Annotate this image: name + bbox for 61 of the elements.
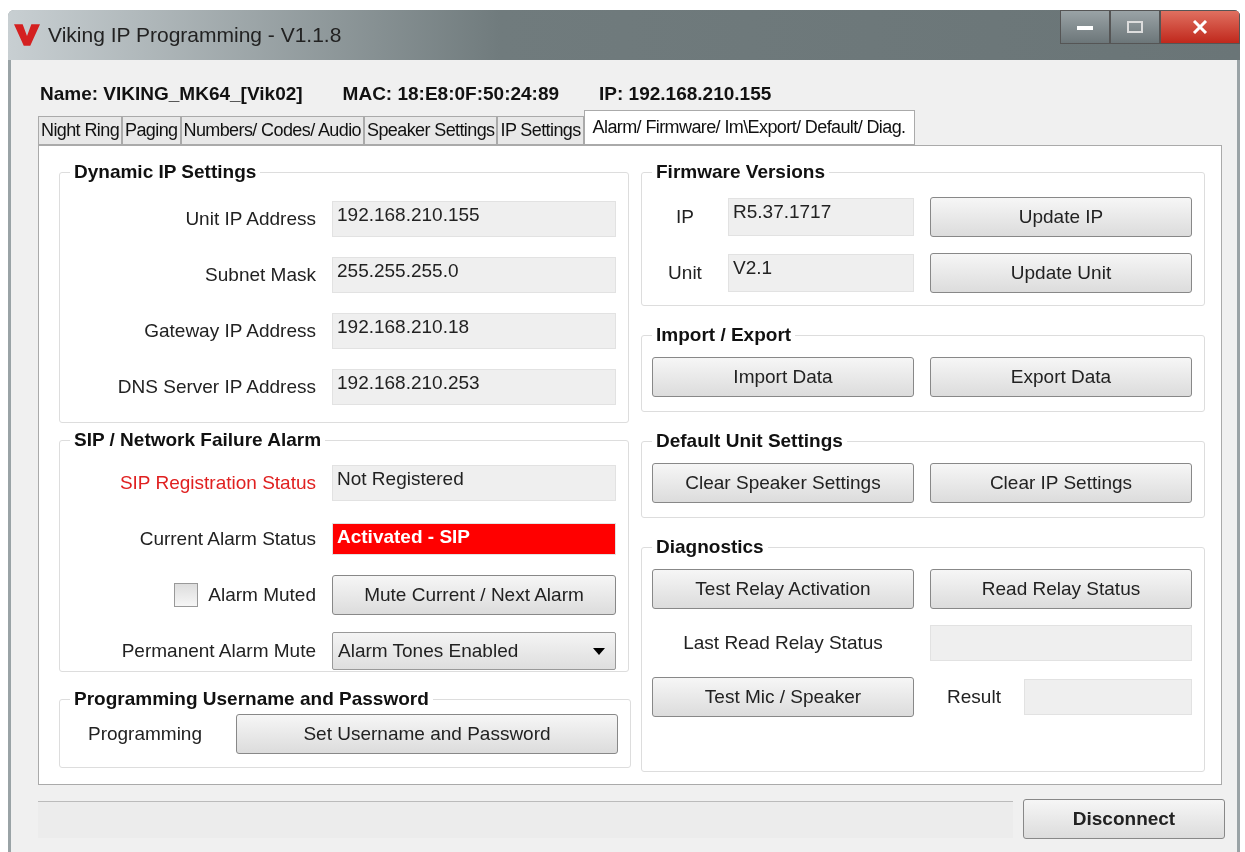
update-button[interactable]: Update Unit xyxy=(930,253,1192,293)
device-name: Name: VIKING_MK64_[Vik02] xyxy=(40,83,303,105)
tab[interactable]: Alarm/ Firmware/ Im\Export/ Default/ Diag. xyxy=(583,110,915,145)
dropdown[interactable]: Alarm Tones Enabled xyxy=(332,632,616,670)
data-button[interactable]: Import Data xyxy=(652,357,914,397)
mute-alarm-button[interactable]: Mute Current / Next Alarm xyxy=(332,575,616,615)
test-mic-button[interactable]: Test Mic / Speaker xyxy=(652,677,914,717)
mac-address: MAC: 18:E8:0F:50:24:89 xyxy=(342,83,560,105)
caret-icon xyxy=(593,647,605,655)
field-label: Current Alarm Status xyxy=(138,528,316,550)
relay-button[interactable]: Read Relay Status xyxy=(930,569,1192,609)
dropdown-value: Alarm Tones Enabled xyxy=(338,640,519,662)
v-logo-icon xyxy=(14,24,40,46)
field-label: Result xyxy=(947,686,1001,708)
group-title: Programming Username and Password xyxy=(73,688,430,710)
read-only-field: 192.168.210.155 xyxy=(332,201,616,237)
maximize-button[interactable] xyxy=(1110,10,1160,44)
field-label: Programming xyxy=(86,723,203,745)
close-button[interactable] xyxy=(1160,10,1240,44)
minimize-icon xyxy=(1077,24,1093,30)
read-only-field: 192.168.210.18 xyxy=(332,313,616,349)
field-label: Unit IP Address xyxy=(184,208,316,230)
tab[interactable]: Paging xyxy=(122,116,181,145)
update-button[interactable]: Update IP xyxy=(930,197,1192,237)
field-label: Unit xyxy=(667,262,703,284)
field-label: Permanent Alarm Mute xyxy=(120,640,316,662)
field-label: Gateway IP Address xyxy=(143,320,316,342)
field-label: IP xyxy=(675,206,695,228)
group-title: SIP / Network Failure Alarm xyxy=(73,429,323,451)
group-title: Dynamic IP Settings xyxy=(73,161,258,183)
tab[interactable]: Numbers/ Codes/ Audio xyxy=(180,116,364,145)
close-icon xyxy=(1192,20,1208,34)
read-only-field: 192.168.210.253 xyxy=(332,369,616,405)
read-only-field: 255.255.255.0 xyxy=(332,257,616,293)
data-button[interactable]: Export Data xyxy=(930,357,1192,397)
ip-address: IP: 192.168.210.155 xyxy=(599,83,772,105)
disconnect-button[interactable]: Disconnect xyxy=(1023,799,1225,839)
read-only-field: V2.1 xyxy=(728,254,914,292)
tab[interactable]: Night Ring xyxy=(38,116,123,145)
minimize-button[interactable] xyxy=(1060,10,1110,44)
clear-button[interactable]: Clear Speaker Settings xyxy=(652,463,914,503)
field-label: Subnet Mask xyxy=(204,264,316,286)
read-only-field: R5.37.1717 xyxy=(728,198,914,236)
checkbox[interactable] xyxy=(174,583,199,607)
clear-button[interactable]: Clear IP Settings xyxy=(930,463,1192,503)
group-title: Firmware Versions xyxy=(655,161,826,183)
set-credentials-button[interactable]: Set Username and Password xyxy=(236,714,618,754)
checkbox-label: Alarm Muted xyxy=(208,584,316,606)
group-title: Import / Export xyxy=(655,324,793,346)
group-title: Default Unit Settings xyxy=(655,430,844,452)
tab[interactable]: IP Settings xyxy=(497,116,584,145)
tab[interactable]: Speaker Settings xyxy=(364,116,498,145)
field-label: Last Read Relay Status xyxy=(682,632,884,654)
alarm-status-field: Activated - SIP xyxy=(332,523,616,555)
read-only-field: Not Registered xyxy=(332,465,616,501)
field-label: SIP Registration Status xyxy=(118,472,316,494)
window-title: Viking IP Programming - V1.1.8 xyxy=(48,23,342,47)
group-title: Diagnostics xyxy=(655,536,765,558)
field-label: DNS Server IP Address xyxy=(116,376,316,398)
relay-button[interactable]: Test Relay Activation xyxy=(652,569,914,609)
maximize-icon xyxy=(1127,21,1143,33)
